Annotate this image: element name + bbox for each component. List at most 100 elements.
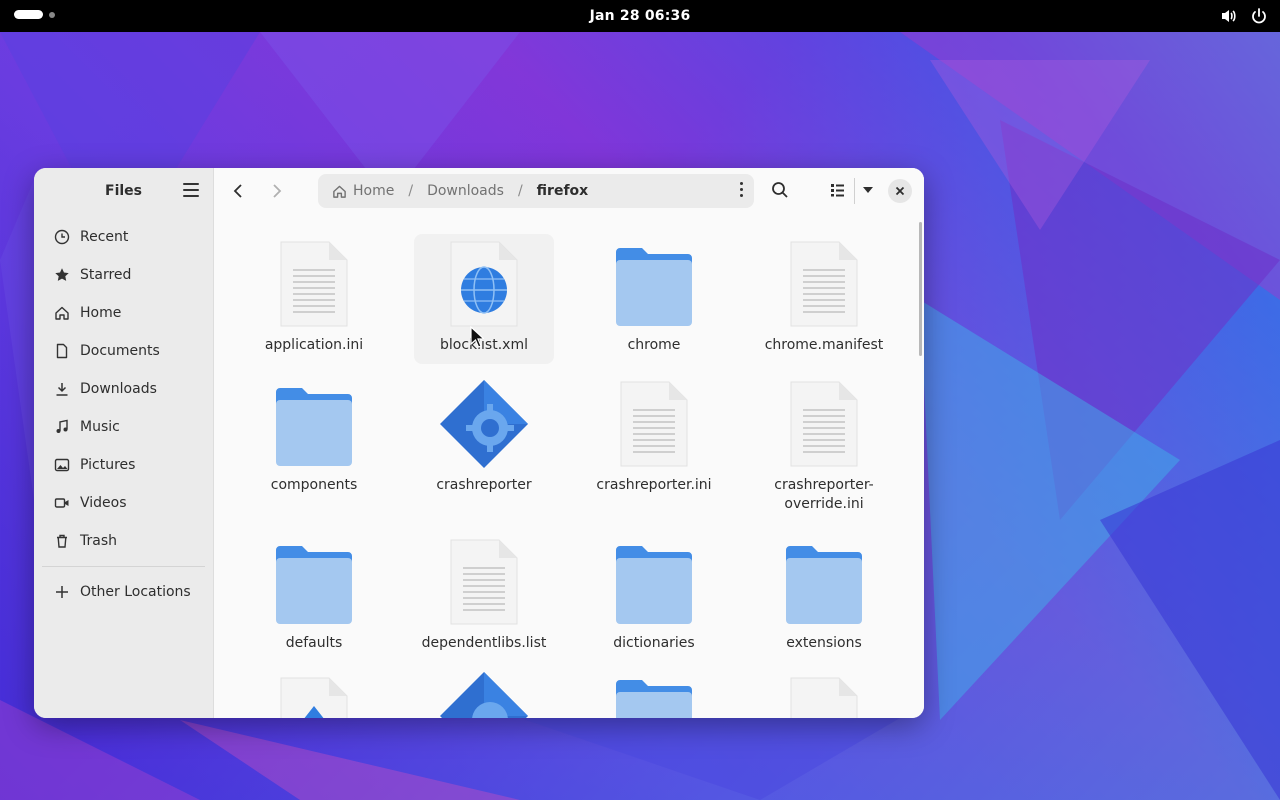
folder-icon [244, 374, 384, 470]
file-name: crashreporter- override.ini [774, 477, 874, 512]
sidebar: Files Recent Starred Home Documents Down… [34, 168, 214, 718]
clock[interactable]: Jan 28 06:36 [590, 8, 691, 24]
file-item[interactable]: chrome [584, 234, 724, 355]
executable-icon [414, 670, 554, 718]
breadcrumb-separator: / [408, 183, 414, 199]
executable-icon [414, 374, 554, 470]
home-icon [333, 185, 346, 198]
file-item[interactable]: extensions [754, 532, 894, 653]
chevron-right-icon [273, 184, 282, 198]
breadcrumb-home[interactable]: Home [332, 183, 394, 199]
file-item[interactable] [584, 670, 724, 718]
app-title: Files [105, 183, 142, 199]
main-menu-button[interactable] [183, 183, 199, 197]
chevron-left-icon [233, 184, 242, 198]
sidebar-item-label: Music [80, 419, 120, 435]
sidebar-item-label: Other Locations [80, 584, 191, 600]
file-item[interactable] [754, 670, 894, 718]
text-file-icon [414, 532, 554, 628]
sidebar-item-label: Documents [80, 343, 160, 359]
file-item[interactable] [414, 670, 554, 718]
file-item[interactable]: crashreporter [414, 374, 554, 495]
file-name: components [270, 477, 358, 493]
sidebar-item-other-locations[interactable]: Other Locations [34, 573, 213, 611]
activities-button[interactable] [14, 10, 55, 19]
file-name: dictionaries [613, 635, 695, 651]
sidebar-item-label: Recent [80, 229, 129, 245]
forward-button[interactable] [266, 180, 288, 202]
scrollbar[interactable] [919, 222, 922, 356]
sidebar-item-starred[interactable]: Starred [34, 256, 213, 294]
xml-file-icon [414, 234, 554, 330]
sidebar-item-documents[interactable]: Documents [34, 332, 213, 370]
sidebar-item-label: Home [80, 305, 122, 321]
file-name: application.ini [264, 337, 364, 353]
view-options-button[interactable] [858, 180, 878, 204]
back-button[interactable] [227, 180, 249, 202]
breadcrumb-separator: / [517, 183, 523, 199]
file-item[interactable]: defaults [244, 532, 384, 653]
text-file-icon [754, 234, 894, 330]
text-file-icon [244, 670, 384, 718]
search-button[interactable] [770, 180, 790, 204]
path-bar: Home / Downloads / firefox [318, 174, 754, 208]
plus-icon [56, 586, 68, 598]
folder-icon [584, 532, 724, 628]
mouse-cursor-icon [470, 326, 484, 348]
breadcrumb-downloads[interactable]: Downloads [427, 183, 504, 199]
file-item[interactable]: crashreporter- override.ini [754, 374, 894, 514]
picture-icon [54, 458, 70, 472]
file-item[interactable]: chrome.manifest [754, 234, 894, 355]
sidebar-item-home[interactable]: Home [34, 294, 213, 332]
sidebar-header: Files [34, 168, 213, 214]
sidebar-item-pictures[interactable]: Pictures [34, 446, 213, 484]
text-file-icon [584, 374, 724, 470]
file-name: defaults [285, 635, 343, 651]
video-icon [54, 498, 69, 508]
power-icon [1252, 8, 1266, 24]
file-name: dependentlibs.list [421, 635, 547, 651]
file-item[interactable]: dependentlibs.list [414, 532, 554, 653]
file-name: crashreporter.ini [596, 477, 712, 493]
file-item[interactable]: application.ini [244, 234, 384, 355]
volume-icon [1222, 10, 1236, 22]
workspace-indicator-active [14, 10, 43, 19]
file-grid: application.ini blocklist.xml chrome chr… [214, 214, 914, 718]
file-name: extensions [786, 635, 862, 651]
sidebar-item-music[interactable]: Music [34, 408, 213, 446]
text-file-icon [244, 234, 384, 330]
top-bar: Jan 28 06:36 [0, 0, 1280, 32]
file-item[interactable] [244, 670, 384, 718]
close-button[interactable] [888, 179, 912, 203]
music-icon [56, 419, 68, 433]
sidebar-item-label: Starred [80, 267, 132, 283]
folder-icon [754, 532, 894, 628]
files-window: Files Recent Starred Home Documents Down… [34, 168, 924, 718]
sidebar-item-recent[interactable]: Recent [34, 218, 213, 256]
header-separator [854, 178, 855, 204]
trash-icon [57, 534, 67, 548]
star-icon [55, 268, 69, 281]
sidebar-separator [42, 566, 205, 567]
main-view: Home / Downloads / firefox application.i… [214, 168, 924, 718]
sidebar-item-label: Pictures [80, 457, 136, 473]
chevron-down-icon [863, 187, 873, 193]
system-tray[interactable] [1220, 7, 1268, 25]
close-icon [895, 186, 905, 196]
download-icon [56, 383, 68, 396]
file-item[interactable]: blocklist.xml [414, 234, 554, 364]
breadcrumb-current[interactable]: firefox [537, 183, 589, 199]
file-item[interactable]: components [244, 374, 384, 495]
sidebar-item-videos[interactable]: Videos [34, 484, 213, 522]
folder-icon [584, 234, 724, 330]
file-item[interactable]: dictionaries [584, 532, 724, 653]
sidebar-item-trash[interactable]: Trash [34, 522, 213, 560]
header-bar: Home / Downloads / firefox [214, 168, 924, 214]
sidebar-item-downloads[interactable]: Downloads [34, 370, 213, 408]
sidebar-item-label: Downloads [80, 381, 157, 397]
file-name: crashreporter [436, 477, 532, 493]
file-name: blocklist.xml [440, 337, 528, 353]
view-mode-button[interactable] [828, 180, 848, 204]
file-item[interactable]: crashreporter.ini [584, 374, 724, 495]
path-menu-button[interactable] [740, 182, 744, 200]
